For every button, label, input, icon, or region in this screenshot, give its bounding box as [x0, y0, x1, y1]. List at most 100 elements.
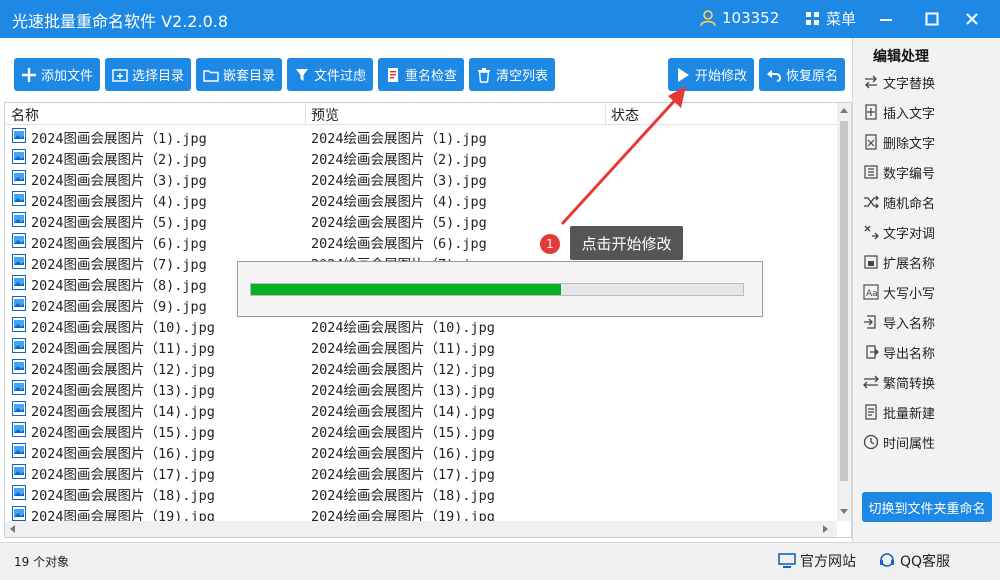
table-row[interactable]: 2024图画会展图片（13).jpg 2024绘画会展图片（13).jpg	[5, 377, 837, 399]
minimize-button[interactable]	[872, 6, 900, 32]
sidebar-item-import[interactable]: 导入名称	[863, 310, 935, 334]
number-icon	[864, 165, 878, 179]
header-preview[interactable]: 预览	[311, 105, 339, 125]
sidebar-item-label: 大写小写	[883, 286, 936, 302]
select-dir-button[interactable]: 选择目录	[105, 58, 191, 91]
progress-bar	[250, 283, 744, 296]
image-file-icon	[12, 212, 26, 227]
table-row[interactable]: 2024图画会展图片（15).jpg 2024绘画会展图片（15).jpg	[5, 419, 837, 441]
sidebar-item-extension[interactable]: 扩展名称	[863, 250, 935, 274]
row-name: 2024图画会展图片（1).jpg	[31, 131, 207, 147]
sidebar-item-label: 删除文字	[883, 136, 936, 152]
row-preview: 2024绘画会展图片（14).jpg	[311, 404, 495, 420]
image-file-icon	[12, 317, 26, 332]
qq-support-link[interactable]: QQ客服	[878, 551, 950, 571]
horizontal-scrollbar[interactable]	[5, 521, 837, 537]
add-file-button[interactable]: 添加文件	[14, 58, 100, 91]
vertical-scrollbar[interactable]	[837, 103, 851, 521]
column-separator[interactable]	[305, 103, 306, 125]
menu-button[interactable]: 菜单	[806, 8, 856, 29]
sidebar-item-case[interactable]: Aa 大写小写	[863, 280, 935, 304]
sidebar-item-clock[interactable]: 时间属性	[863, 430, 935, 454]
table-row[interactable]: 2024图画会展图片（18).jpg 2024绘画会展图片（18).jpg	[5, 482, 837, 504]
sidebar-item-label: 繁简转换	[883, 376, 936, 392]
sidebar-item-delete-text[interactable]: 删除文字	[863, 130, 935, 154]
start-modify-button[interactable]: 开始修改	[668, 58, 754, 91]
scroll-right-icon	[823, 525, 828, 533]
table-header: 名称 预览 状态	[5, 103, 837, 125]
table-row[interactable]: 2024图画会展图片（12).jpg 2024绘画会展图片（12).jpg	[5, 356, 837, 378]
grid-menu-icon	[806, 11, 819, 25]
progress-dialog	[237, 261, 763, 317]
table-row[interactable]: 2024图画会展图片（19).jpg 2024绘画会展图片（19).jpg	[5, 503, 837, 521]
official-website-label: 官方网站	[800, 554, 856, 570]
plus-icon	[21, 67, 36, 82]
svg-text:Aa: Aa	[866, 289, 878, 299]
header-name[interactable]: 名称	[11, 105, 39, 125]
table-row[interactable]: 2024图画会展图片（4).jpg 2024绘画会展图片（4).jpg	[5, 188, 837, 210]
sidebar-item-shuffle[interactable]: 随机命名	[863, 190, 935, 214]
scroll-left-icon	[10, 525, 15, 533]
sidebar-item-number[interactable]: 数字编号	[863, 160, 935, 184]
swap-icon	[864, 225, 879, 240]
sidebar-item-label: 文字对调	[883, 226, 936, 242]
table-row[interactable]: 2024图画会展图片（14).jpg 2024绘画会展图片（14).jpg	[5, 398, 837, 420]
scroll-down-icon	[840, 509, 848, 514]
row-preview: 2024绘画会展图片（17).jpg	[311, 467, 495, 483]
sidebar-item-insert[interactable]: 插入文字	[863, 100, 935, 124]
minimize-icon	[880, 19, 892, 21]
toolbar: 添加文件 选择目录 嵌套目录 文件过虑 重名检查 清空列表 开始修改 恢复原名	[0, 38, 852, 102]
table-row[interactable]: 2024图画会展图片（5).jpg 2024绘画会展图片（5).jpg	[5, 209, 837, 231]
sidebar-item-swap[interactable]: 文字对调	[863, 220, 935, 244]
user-icon	[700, 10, 716, 27]
export-icon	[866, 345, 879, 359]
table-row[interactable]: 2024图画会展图片（10).jpg 2024绘画会展图片（10).jpg	[5, 314, 837, 336]
rename-check-button[interactable]: 重名检查	[378, 58, 464, 91]
insert-icon	[865, 104, 877, 120]
file-filter-button[interactable]: 文件过虑	[287, 58, 373, 91]
table-row[interactable]: 2024图画会展图片（2).jpg 2024绘画会展图片（2).jpg	[5, 146, 837, 168]
sidebar-item-batch-new[interactable]: 批量新建	[863, 400, 935, 424]
table-row[interactable]: 2024图画会展图片（3).jpg 2024绘画会展图片（3).jpg	[5, 167, 837, 189]
image-file-icon	[12, 443, 26, 458]
panel-title: 编辑处理	[873, 49, 929, 65]
image-file-icon	[12, 464, 26, 479]
maximize-button[interactable]	[918, 6, 946, 32]
restore-name-button[interactable]: 恢复原名	[759, 58, 845, 91]
column-separator[interactable]	[605, 103, 606, 125]
image-file-icon	[12, 128, 26, 143]
table-row[interactable]: 2024图画会展图片（1).jpg 2024绘画会展图片（1).jpg	[5, 125, 837, 147]
nested-dir-button[interactable]: 嵌套目录	[196, 58, 282, 91]
delete-text-icon	[865, 134, 877, 150]
official-website-link[interactable]: 官方网站	[778, 551, 856, 571]
row-preview: 2024绘画会展图片（16).jpg	[311, 446, 495, 462]
scrollbar-thumb[interactable]	[840, 121, 848, 481]
undo-icon	[766, 69, 781, 82]
image-file-icon	[12, 296, 26, 311]
file-table[interactable]: 名称 预览 状态 2024图画会展图片（1).jpg 2024绘画会展图片（1).…	[4, 102, 852, 538]
sidebar-item-replace[interactable]: 文字替换	[863, 70, 935, 94]
close-button[interactable]	[958, 6, 986, 32]
row-preview: 2024绘画会展图片（1).jpg	[311, 131, 487, 147]
sidebar-item-export[interactable]: 导出名称	[863, 340, 935, 364]
sidebar-item-convert[interactable]: 繁简转换	[863, 370, 935, 394]
switch-folder-rename-button[interactable]: 切换到文件夹重命名	[862, 492, 992, 522]
row-name: 2024图画会展图片（8).jpg	[31, 278, 207, 294]
sidebar-item-label: 数字编号	[883, 166, 936, 182]
header-status[interactable]: 状态	[611, 105, 639, 125]
status-bar: 19 个对象 官方网站 QQ客服	[0, 542, 1000, 580]
table-row[interactable]: 2024图画会展图片（16).jpg 2024绘画会展图片（16).jpg	[5, 440, 837, 462]
qq-support-label: QQ客服	[900, 554, 951, 570]
table-row[interactable]: 2024图画会展图片（11).jpg 2024绘画会展图片（11).jpg	[5, 335, 837, 357]
table-row[interactable]: 2024图画会展图片（6).jpg 2024绘画会展图片（6).jpg	[5, 230, 837, 252]
row-name: 2024图画会展图片（10).jpg	[31, 320, 215, 336]
row-preview: 2024绘画会展图片（18).jpg	[311, 488, 495, 504]
user-account[interactable]: 103352	[698, 8, 779, 28]
table-row[interactable]: 2024图画会展图片（17).jpg 2024绘画会展图片（17).jpg	[5, 461, 837, 483]
row-name: 2024图画会展图片（2).jpg	[31, 152, 207, 168]
row-name: 2024图画会展图片（3).jpg	[31, 173, 207, 189]
row-preview: 2024绘画会展图片（15).jpg	[311, 425, 495, 441]
clear-list-button[interactable]: 清空列表	[469, 58, 555, 91]
select-dir-label: 选择目录	[131, 69, 184, 84]
start-modify-label: 开始修改	[694, 69, 747, 84]
